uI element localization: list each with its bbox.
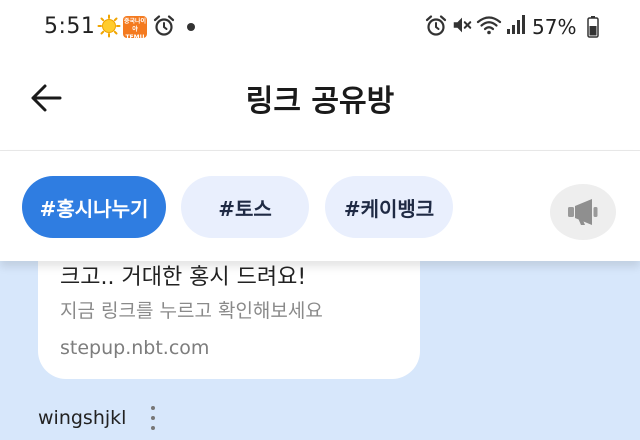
- mute-icon: [453, 17, 472, 33]
- card-url: stepup.nbt.com: [60, 337, 210, 359]
- status-time: 5:51: [44, 14, 96, 39]
- more-dot: [151, 426, 155, 430]
- hashtag-filter-bar: #홍시나누기 #토스 #케이뱅크: [0, 151, 640, 261]
- more-dot: [151, 406, 155, 410]
- temu-label-top: 중국나이야: [123, 18, 147, 33]
- post-author: wingshjkl: [38, 407, 127, 429]
- alarm-icon: [153, 15, 175, 36]
- battery-percentage: 57%: [532, 15, 577, 39]
- more-options-button[interactable]: [143, 403, 163, 433]
- status-bar: 5:51 중국나이야 TEMU 57%: [0, 0, 640, 56]
- chip-toss[interactable]: #토스: [181, 176, 309, 238]
- megaphone-icon: [568, 199, 598, 225]
- feed-area: 크고.. 거대한 홍시 드려요! 지금 링크를 누르고 확인해보세요 stepu…: [0, 221, 640, 440]
- chip-hongsi-nanugi[interactable]: #홍시나누기: [22, 176, 166, 238]
- card-subtitle: 지금 링크를 누르고 확인해보세요: [60, 300, 323, 322]
- alarm-icon: [425, 15, 447, 36]
- app-header: 링크 공유방: [0, 56, 640, 150]
- temu-label-bottom: TEMU: [125, 34, 145, 41]
- sun-icon: [97, 14, 121, 38]
- battery-icon: [587, 16, 599, 38]
- signal-icon: [507, 15, 525, 34]
- notification-dot: [187, 23, 195, 31]
- page-title: 링크 공유방: [245, 84, 395, 119]
- chip-kbank[interactable]: #케이뱅크: [325, 176, 453, 238]
- wifi-icon: [476, 16, 502, 35]
- more-dot: [151, 416, 155, 420]
- temu-app-icon: 중국나이야 TEMU: [123, 16, 147, 41]
- megaphone-button[interactable]: [550, 184, 616, 240]
- card-title: 크고.. 거대한 홍시 드려요!: [60, 265, 307, 290]
